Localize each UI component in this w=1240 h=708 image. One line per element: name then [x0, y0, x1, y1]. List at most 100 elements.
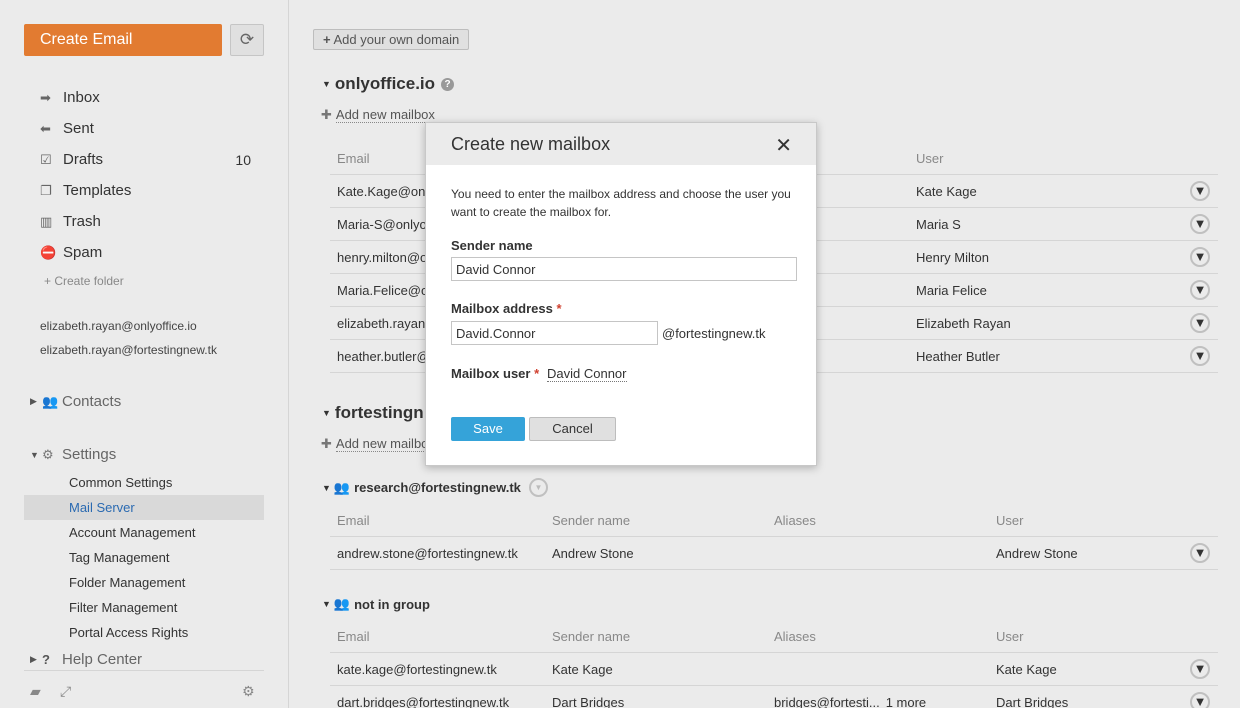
domain-name: onlyoffice.io	[334, 74, 436, 93]
add-mailbox-link[interactable]: ✚ Add new mailbox	[321, 107, 435, 123]
sidebar: Create Email ⟳ ➡ Inbox ⬅ Sent ☑ Drafts 10 ❐ T…	[0, 0, 289, 708]
col-user: User	[996, 513, 1024, 528]
help-icon[interactable]: ?	[441, 77, 455, 91]
more-aliases-link[interactable]: 1 more	[886, 695, 926, 708]
cell-email: dart.bridges@fortestingnew.tk	[337, 695, 510, 708]
table-row[interactable]: kate.kage@fortestingnew.tk Kate Kage Kate …	[330, 653, 1218, 686]
mailbox-address-label-text: Mailbox address	[451, 301, 553, 316]
chevron-down-icon[interactable]: ▼	[1190, 313, 1210, 333]
domain-header[interactable]: ▼ onlyoffice.io?	[322, 74, 455, 94]
add-domain-button[interactable]: + Add your own domain	[313, 29, 470, 50]
block-icon: ⛔	[40, 244, 57, 260]
settings-group[interactable]: ▼ ⚙ Settings	[30, 446, 116, 463]
table-row[interactable]: andrew.stone@fortestingnew.tk Andrew Ston…	[330, 537, 1218, 570]
settings-common[interactable]: Common Settings	[24, 470, 264, 495]
cell-aliases: bridges@fortesti... 1 more	[774, 686, 926, 708]
cell-email: Maria-S@onlyof	[337, 217, 431, 232]
settings-filter-management[interactable]: Filter Management	[24, 595, 264, 620]
nav-templates[interactable]: ❐ Templates	[40, 175, 265, 206]
help-center-group[interactable]: ▶? Help Center	[30, 651, 142, 668]
table-header: Email Sender name Aliases User	[330, 620, 1218, 653]
users-icon: 👥	[42, 393, 59, 409]
arrow-right-icon: ➡	[40, 89, 51, 105]
sender-name-input[interactable]	[451, 257, 797, 281]
nav-trash[interactable]: ▥ Trash	[40, 206, 265, 237]
cell-email: andrew.stone@fortestingnew.tk	[337, 546, 518, 561]
settings-mail-server[interactable]: Mail Server	[24, 495, 264, 520]
required-mark: *	[534, 366, 540, 381]
settings-portal-access-rights[interactable]: Portal Access Rights	[24, 620, 264, 645]
cell-email: kate.kage@fortestingnew.tk	[337, 662, 497, 677]
refresh-icon: ⟳	[239, 30, 255, 49]
cell-email: Maria.Felice@or	[337, 283, 433, 298]
nav-drafts[interactable]: ☑ Drafts 10	[40, 144, 265, 175]
create-folder-label: Create folder	[54, 274, 124, 288]
chat-icon[interactable]: ▰	[30, 683, 41, 700]
alias-text: bridges@fortesti...	[774, 695, 880, 708]
settings-folder-management[interactable]: Folder Management	[24, 570, 264, 595]
save-button[interactable]: Save	[451, 417, 525, 441]
mailbox-user-selector[interactable]: David Connor	[547, 366, 627, 382]
gear-icon[interactable]: ⚙	[242, 683, 255, 700]
domain-name: fortestingn	[334, 403, 424, 422]
chevron-down-icon[interactable]: ▼	[1190, 543, 1210, 563]
users-icon: 👥	[333, 596, 351, 611]
cancel-button[interactable]: Cancel	[529, 417, 616, 441]
chevron-down-icon[interactable]: ▼	[528, 478, 548, 497]
chevron-down-icon[interactable]: ▼	[1190, 181, 1210, 201]
sender-name-label: Sender name	[451, 238, 533, 253]
cell-sender: Kate Kage	[552, 662, 613, 677]
chevron-down-icon[interactable]: ▼	[1190, 247, 1210, 267]
cell-user: Kate Kage	[996, 662, 1057, 677]
close-icon[interactable]: ✕	[775, 133, 792, 158]
expand-icon[interactable]: ⤢	[60, 683, 71, 700]
chevron-down-icon[interactable]: ▼	[1190, 214, 1210, 234]
plus-icon: ✚	[321, 436, 332, 451]
col-email: Email	[337, 151, 370, 166]
caret-down-icon: ▼	[322, 599, 331, 609]
table-header: Email Sender name Aliases User	[330, 504, 1218, 537]
col-user: User	[996, 629, 1024, 644]
mailbox-table: Email Sender name Aliases User kate.kage…	[330, 620, 1218, 708]
create-folder-link[interactable]: + Create folder	[44, 274, 124, 288]
edit-icon: ☑	[40, 151, 52, 167]
plus-icon: +	[323, 32, 331, 47]
cell-user: Maria S	[916, 217, 961, 232]
cell-sender: Andrew Stone	[552, 546, 634, 561]
group-name: research@fortestingnew.tk	[354, 480, 521, 495]
nav-label: Spam	[63, 244, 103, 261]
add-mailbox-label: Add new mailbo	[335, 436, 429, 452]
gear-icon: ⚙	[42, 446, 54, 462]
caret-down-icon: ▼	[30, 449, 39, 460]
settings-tag-management[interactable]: Tag Management	[24, 545, 264, 570]
contacts-group[interactable]: ▶ 👥 Contacts	[30, 393, 121, 410]
account-item[interactable]: elizabeth.rayan@fortestingnew.tk	[40, 343, 217, 357]
caret-right-icon: ▶	[30, 396, 37, 406]
contacts-label: Contacts	[62, 393, 122, 410]
chevron-down-icon[interactable]: ▼	[1190, 346, 1210, 366]
cell-email: Kate.Kage@only	[337, 184, 435, 199]
cell-user: Andrew Stone	[996, 546, 1078, 561]
mailbox-address-input[interactable]	[451, 321, 658, 345]
mailbox-group-header[interactable]: ▼ 👥 not in group	[322, 596, 430, 612]
refresh-button[interactable]: ⟳	[230, 24, 264, 56]
drafts-count: 10	[235, 151, 251, 168]
cell-email: elizabeth.rayan	[337, 316, 426, 331]
domain-header[interactable]: ▼ fortestingn	[322, 403, 424, 423]
users-icon: 👥	[333, 479, 351, 495]
table-row[interactable]: dart.bridges@fortestingnew.tk Dart Bridge…	[330, 686, 1218, 708]
account-item[interactable]: elizabeth.rayan@onlyoffice.io	[40, 319, 197, 333]
nav-inbox[interactable]: ➡ Inbox	[40, 82, 265, 113]
mailbox-group-header[interactable]: ▼ 👥 research@fortestingnew.tk ▼	[322, 478, 548, 497]
cell-user: Maria Felice	[916, 283, 987, 298]
nav-label: Drafts	[63, 151, 104, 168]
nav-sent[interactable]: ⬅ Sent	[40, 113, 265, 144]
create-email-button[interactable]: Create Email	[24, 24, 222, 56]
chevron-down-icon[interactable]: ▼	[1190, 692, 1210, 708]
chevron-down-icon[interactable]: ▼	[1190, 659, 1210, 679]
mailbox-address-label: Mailbox address *	[451, 301, 562, 316]
nav-spam[interactable]: ⛔ Spam	[40, 237, 265, 268]
add-mailbox-link[interactable]: ✚ Add new mailbo	[321, 436, 429, 452]
chevron-down-icon[interactable]: ▼	[1190, 280, 1210, 300]
settings-account-management[interactable]: Account Management	[24, 520, 264, 545]
